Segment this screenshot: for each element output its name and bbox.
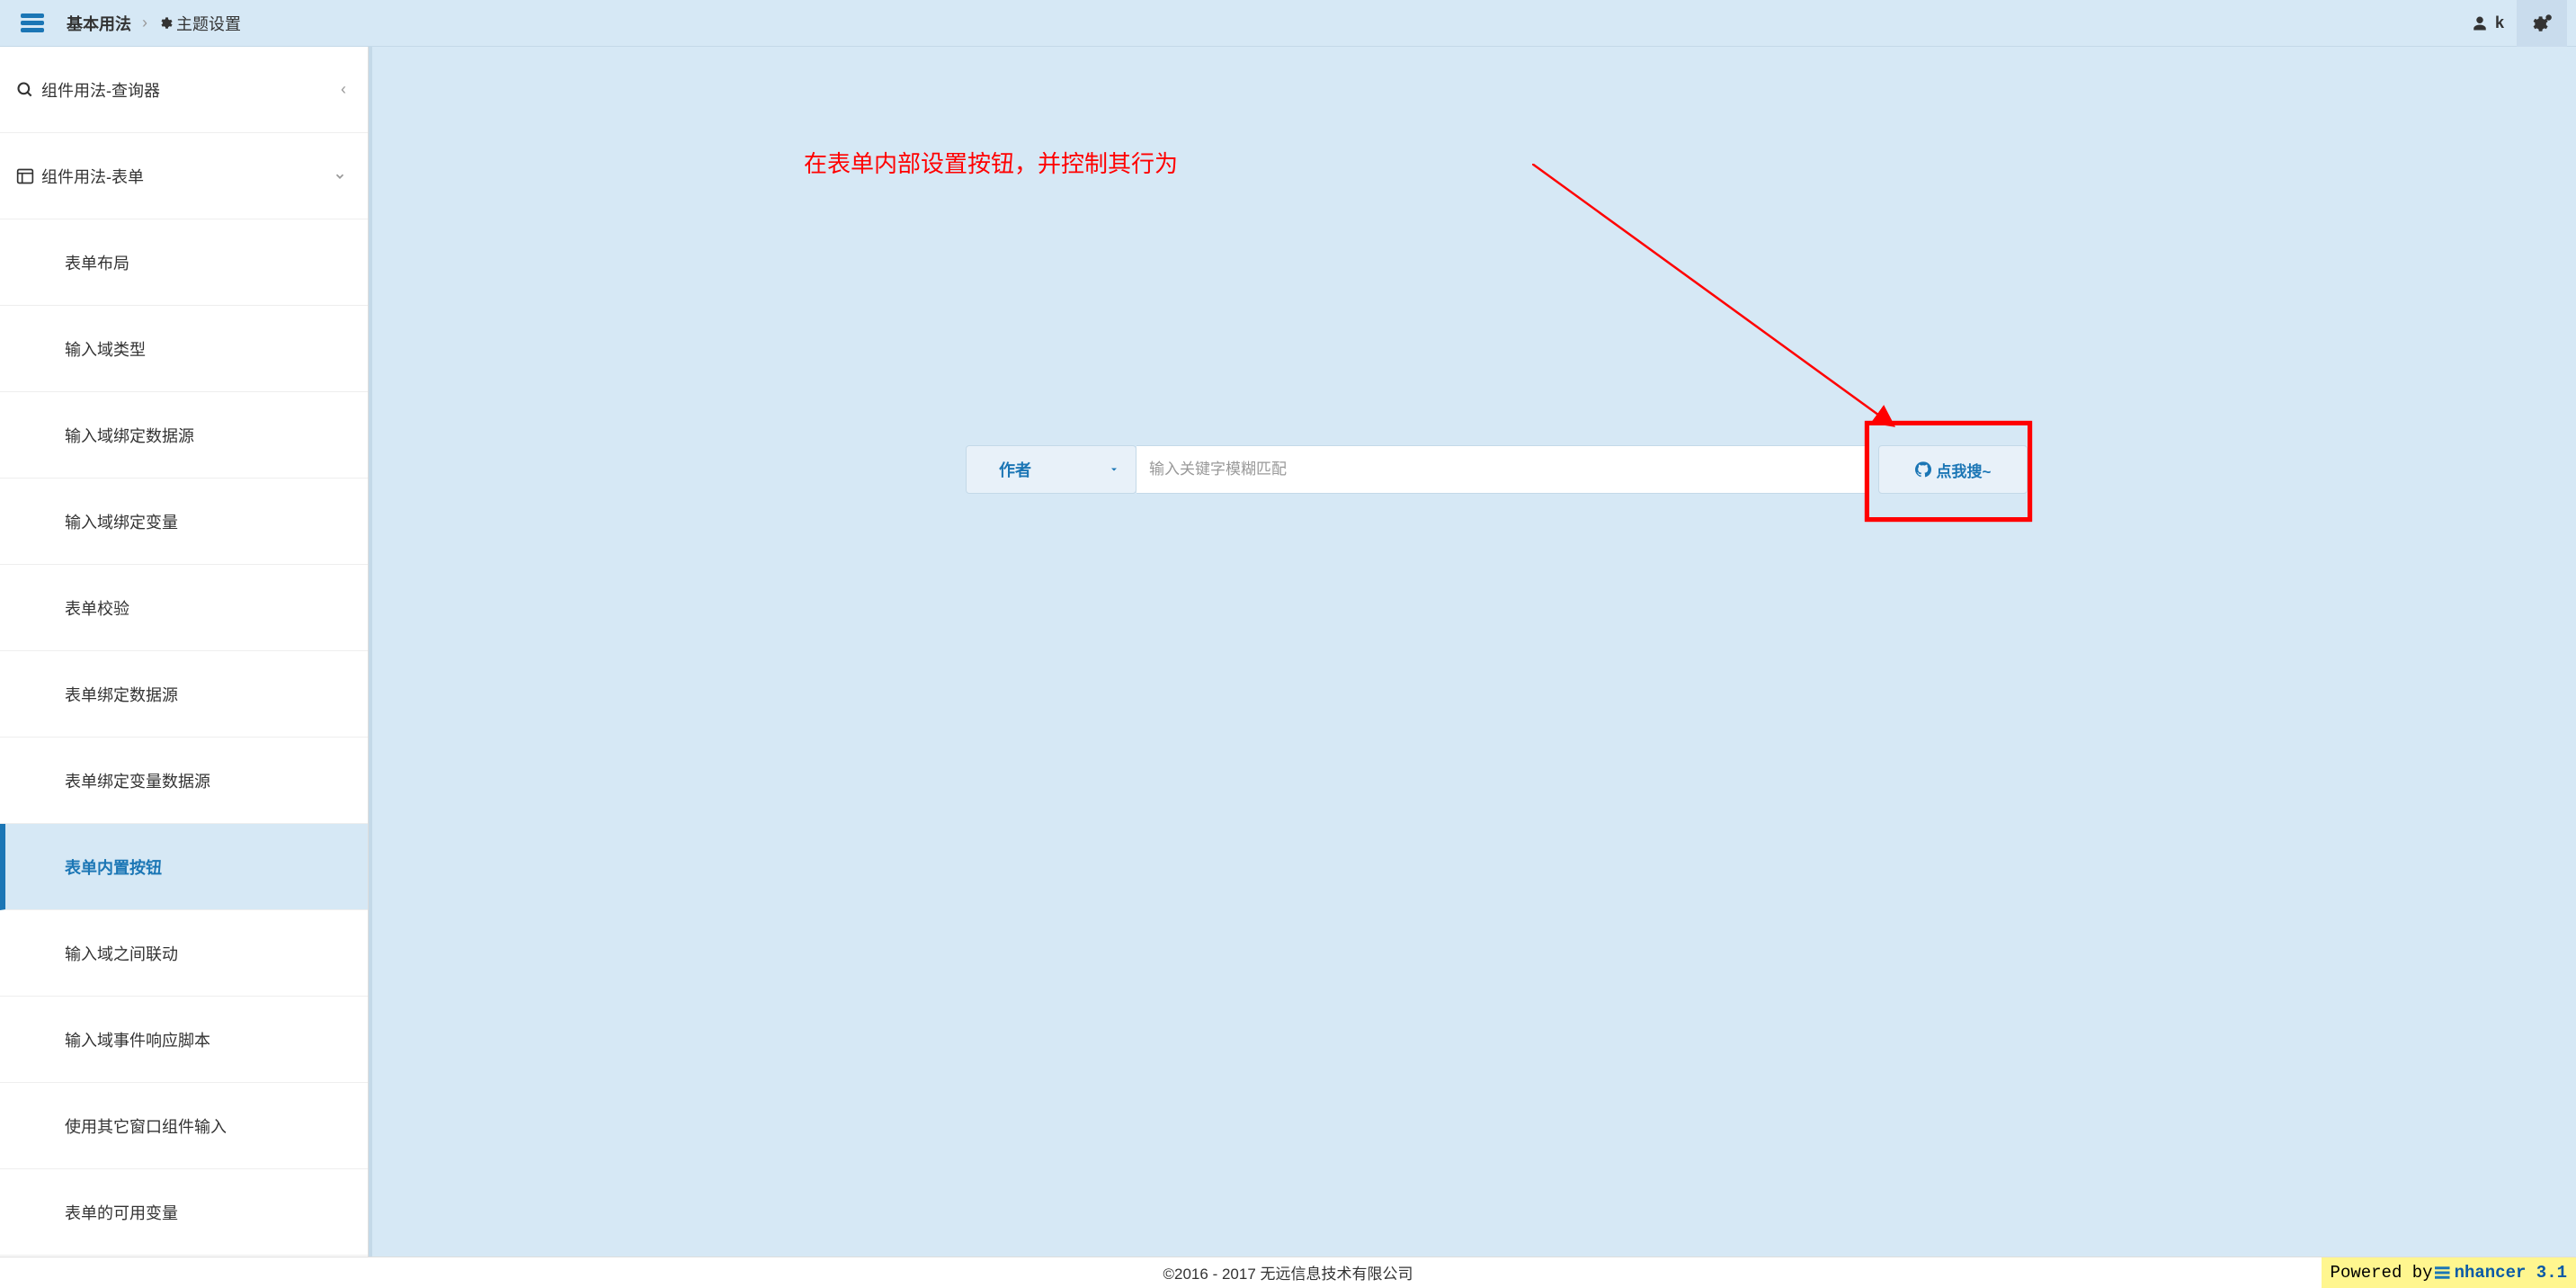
github-icon xyxy=(1915,461,1931,478)
enhancer-logo-icon xyxy=(2435,1265,2451,1281)
main-content: 在表单内部设置按钮，并控制其行为 作者 点我搜~ xyxy=(369,47,2576,1257)
caret-down-icon xyxy=(1109,464,1119,475)
powered-by-badge[interactable]: Powered by nhancer 3.1 xyxy=(2322,1257,2576,1288)
sidebar-item-label: 表单布局 xyxy=(65,251,129,274)
sidebar-item[interactable]: 表单内置按钮 xyxy=(0,824,368,910)
author-dropdown[interactable]: 作者 xyxy=(966,445,1136,494)
user-icon xyxy=(2472,15,2488,31)
sidebar-group-label: 组件用法-查询器 xyxy=(41,78,341,102)
keyword-input[interactable] xyxy=(1136,445,1869,494)
sidebar-item-label: 表单绑定变量数据源 xyxy=(65,769,210,792)
sidebar-group-form[interactable]: 组件用法-表单 xyxy=(0,133,368,219)
sidebar-item[interactable]: 表单绑定数据源 xyxy=(0,651,368,738)
hamburger-icon xyxy=(21,13,44,33)
sidebar-item[interactable]: 输入域之间联动 xyxy=(0,910,368,997)
chevron-left-icon: ‹ xyxy=(341,80,346,99)
sidebar-item[interactable]: 输入域事件响应脚本 xyxy=(0,997,368,1083)
sidebar-group-querier[interactable]: 组件用法-查询器 ‹ xyxy=(0,47,368,133)
sidebar-item-label: 输入域之间联动 xyxy=(65,942,178,965)
annotation-arrow xyxy=(1532,164,1910,452)
sidebar-item-label: 输入域绑定变量 xyxy=(65,510,178,533)
footer: ©2016 - 2017 无远信息技术有限公司 Powered by nhanc… xyxy=(0,1257,2576,1287)
sidebar-item[interactable]: 表单绑定变量数据源 xyxy=(0,738,368,824)
sidebar-item-label: 输入域事件响应脚本 xyxy=(65,1028,210,1051)
chevron-down-icon xyxy=(334,170,346,183)
sidebar-item[interactable]: 表单校验 xyxy=(0,565,368,651)
breadcrumb-separator: › xyxy=(142,13,147,32)
double-gear-icon xyxy=(2530,12,2554,35)
annotation-text: 在表单内部设置按钮，并控制其行为 xyxy=(804,146,1178,179)
sidebar-item[interactable]: 表单布局 xyxy=(0,219,368,306)
sidebar-item-label: 表单内置按钮 xyxy=(65,855,162,879)
sidebar-item[interactable]: 输入域绑定数据源 xyxy=(0,392,368,479)
breadcrumb: 基本用法 › 主题设置 xyxy=(67,12,241,35)
breadcrumb-theme-label: 主题设置 xyxy=(176,12,241,35)
user-label: k xyxy=(2495,13,2504,32)
footer-copyright: ©2016 - 2017 无远信息技术有限公司 xyxy=(1163,1261,1413,1284)
form-icon xyxy=(16,167,34,185)
sidebar-group-label: 组件用法-表单 xyxy=(41,165,334,188)
powered-brand: nhancer 3.1 xyxy=(2455,1263,2567,1283)
sidebar-item-label: 输入域类型 xyxy=(65,337,146,361)
powered-prefix: Powered by xyxy=(2331,1263,2433,1283)
topbar: 基本用法 › 主题设置 k xyxy=(0,0,2576,47)
sidebar-item-label: 表单的可用变量 xyxy=(65,1201,178,1224)
sidebar-item[interactable]: 输入域类型 xyxy=(0,306,368,392)
sidebar-item[interactable]: 使用其它窗口组件输入 xyxy=(0,1083,368,1169)
gear-icon xyxy=(158,16,173,31)
breadcrumb-root[interactable]: 基本用法 xyxy=(67,12,131,35)
form-row: 作者 点我搜~ xyxy=(966,445,2028,494)
sidebar-item-label: 表单校验 xyxy=(65,596,129,620)
search-button-label: 点我搜~ xyxy=(1937,459,1992,481)
sidebar-item-label: 表单绑定数据源 xyxy=(65,683,178,706)
sidebar-item[interactable]: 表单的可用变量 xyxy=(0,1169,368,1256)
body: 组件用法-查询器 ‹ 组件用法-表单 表单布局输入域类型输入域绑定数据源输入域绑… xyxy=(0,47,2576,1257)
user-menu[interactable]: k xyxy=(2472,13,2517,32)
search-icon xyxy=(16,81,34,99)
breadcrumb-theme[interactable]: 主题设置 xyxy=(158,12,241,35)
sidebar-item-label: 输入域绑定数据源 xyxy=(65,424,194,447)
settings-button[interactable] xyxy=(2517,0,2567,47)
dropdown-label: 作者 xyxy=(999,458,1031,481)
sidebar-item-label: 使用其它窗口组件输入 xyxy=(65,1114,227,1138)
sidebar-item[interactable]: 输入域绑定变量 xyxy=(0,479,368,565)
search-button[interactable]: 点我搜~ xyxy=(1878,445,2028,494)
hamburger-menu-button[interactable] xyxy=(16,7,49,40)
sidebar[interactable]: 组件用法-查询器 ‹ 组件用法-表单 表单布局输入域类型输入域绑定数据源输入域绑… xyxy=(0,47,369,1257)
